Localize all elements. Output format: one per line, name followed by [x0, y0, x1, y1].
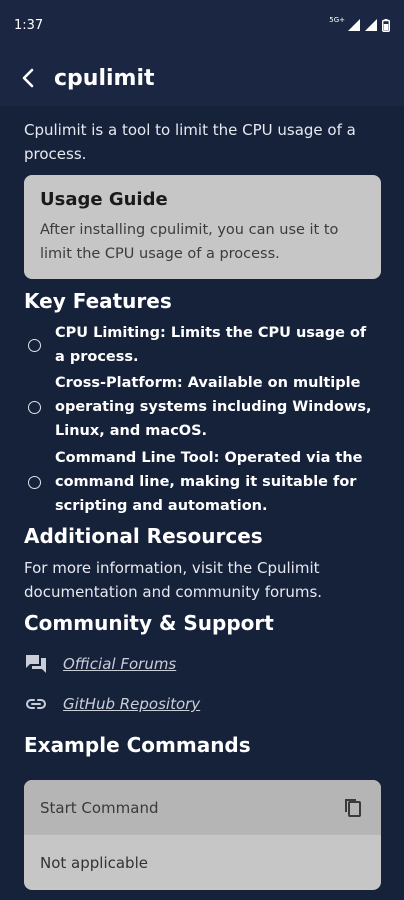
intro-text: Cpulimit is a tool to limit the CPU usag… — [24, 121, 356, 163]
copy-button[interactable] — [341, 796, 365, 820]
link-icon — [24, 692, 48, 716]
link-label[interactable]: GitHub Repository — [63, 695, 200, 713]
command-header: Start Command — [24, 780, 381, 835]
usage-guide-card: Usage Guide After installing cpulimit, y… — [24, 175, 381, 279]
radio-button[interactable] — [28, 475, 41, 489]
command-value: Not applicable — [40, 853, 148, 872]
status-bar: 1:37 5G+ — [0, 0, 404, 50]
forum-icon — [24, 652, 48, 676]
copy-icon — [345, 798, 361, 817]
feature-item: Cross-Platform: Available on multiple op… — [28, 371, 384, 443]
additional-resources-text: For more information, visit the Cpulimit… — [24, 559, 323, 601]
usage-guide-body: After installing cpulimit, you can use i… — [40, 222, 339, 262]
back-arrow-icon — [22, 68, 34, 88]
feature-text: Command Line Tool: Operated via the comm… — [55, 450, 363, 514]
command-label: Start Command — [40, 798, 159, 817]
status-icons: 5G+ — [329, 16, 390, 32]
feature-item: CPU Limiting: Limits the CPU usage of a … — [28, 321, 384, 369]
app-bar: cpulimit — [0, 50, 404, 106]
example-commands-heading: Example Commands — [24, 733, 251, 757]
feature-text: CPU Limiting: Limits the CPU usage of a … — [55, 325, 367, 365]
feature-text: Cross-Platform: Available on multiple op… — [55, 375, 372, 439]
radio-button[interactable] — [28, 338, 41, 352]
signal-icon-2 — [365, 19, 377, 31]
battery-icon — [382, 18, 390, 32]
page-title: cpulimit — [54, 65, 155, 91]
feature-item: Command Line Tool: Operated via the comm… — [28, 446, 384, 518]
back-button[interactable] — [16, 66, 40, 90]
key-features-heading: Key Features — [24, 289, 172, 313]
usage-guide-title: Usage Guide — [40, 189, 168, 210]
command-card: Start Command Not applicable — [24, 780, 381, 890]
signal-icon — [348, 19, 360, 31]
additional-resources-heading: Additional Resources — [24, 524, 263, 548]
radio-button[interactable] — [28, 400, 41, 414]
link-label[interactable]: Official Forums — [63, 655, 176, 673]
status-time: 1:37 — [14, 17, 44, 33]
network-label: 5G+ — [329, 16, 345, 24]
official-forums-link[interactable]: Official Forums — [24, 652, 176, 676]
community-heading: Community & Support — [24, 611, 274, 635]
command-body: Not applicable — [24, 835, 381, 890]
github-repository-link[interactable]: GitHub Repository — [24, 692, 200, 716]
